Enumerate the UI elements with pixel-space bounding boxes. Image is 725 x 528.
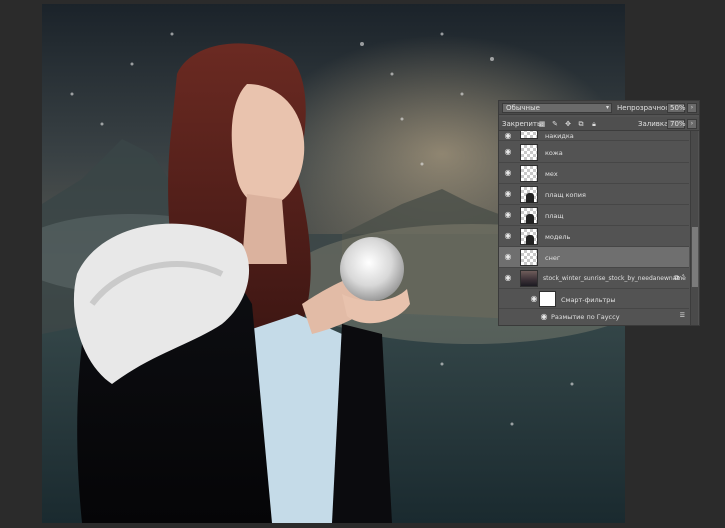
layers-scrollbar-thumb[interactable] — [692, 227, 698, 287]
eye-icon[interactable]: ◉ — [529, 295, 539, 303]
lock-all-icon[interactable]: 🔒︎ — [589, 119, 599, 129]
layer-thumbnail — [520, 207, 538, 224]
opacity-dropdown-chevron-down-icon[interactable]: › — [687, 103, 697, 113]
filter-name: Размытие по Гауссу — [551, 313, 620, 321]
layer-list: ◉ накидка ◉ кожа ◉ мех ◉ плащ копия ◉ пл… — [499, 131, 689, 325]
filter-row[interactable]: ◉ Размытие по Гауссу ☰ — [499, 310, 689, 323]
eye-icon[interactable]: ◉ — [503, 274, 513, 282]
chevron-down-icon: ▾ — [605, 104, 609, 111]
fill-input[interactable]: 70% — [667, 119, 686, 129]
layer-thumbnail — [520, 270, 538, 287]
lock-artboard-icon[interactable]: ⧉ — [576, 119, 586, 129]
fill-dropdown-chevron-down-icon[interactable]: › — [687, 119, 697, 129]
layer-name: модель — [545, 233, 571, 241]
layer-row[interactable]: ◉ stock_winter_sunrise_stock_by_needanew… — [499, 268, 689, 289]
eye-icon[interactable]: ◉ — [503, 190, 513, 198]
layer-row[interactable]: ◉ кожа — [499, 142, 689, 163]
layer-name: снег — [545, 254, 561, 262]
layer-row[interactable]: ◉ модель — [499, 226, 689, 247]
layer-thumbnail — [520, 228, 538, 245]
eye-icon[interactable]: ◉ — [539, 313, 549, 321]
opacity-input[interactable]: 50% — [667, 103, 686, 113]
smart-filter-mask-thumbnail[interactable] — [539, 291, 556, 307]
smart-object-icon[interactable]: ⧉ ˄ — [674, 274, 685, 283]
layer-name: stock_winter_sunrise_stock_by_needanewna… — [543, 275, 686, 282]
eye-icon[interactable]: ◉ — [503, 169, 513, 177]
eye-icon[interactable]: ◉ — [503, 253, 513, 261]
layer-thumbnail — [520, 165, 538, 182]
layer-row[interactable]: ◉ мех — [499, 163, 689, 184]
layer-row[interactable]: ◉ плащ — [499, 205, 689, 226]
layers-scrollbar[interactable] — [690, 131, 698, 325]
smart-filters-label: Смарт-фильтры — [561, 296, 616, 304]
layer-row[interactable]: ◉ плащ копия — [499, 184, 689, 205]
layer-name: кожа — [545, 149, 563, 157]
lock-image-pixels-icon[interactable]: ✎ — [550, 119, 560, 129]
filter-blending-options-icon[interactable]: ☰ — [680, 312, 685, 319]
layer-row[interactable]: ◉ накидка — [499, 131, 689, 141]
layer-name: мех — [545, 170, 558, 178]
lock-transparent-pixels-icon[interactable]: ▦ — [537, 119, 547, 129]
lock-position-icon[interactable]: ✥ — [563, 119, 573, 129]
layer-row-selected[interactable]: ◉ снег — [499, 247, 689, 268]
eye-icon[interactable]: ◉ — [503, 232, 513, 240]
eye-icon[interactable]: ◉ — [503, 132, 513, 140]
fill-label: Заливка: — [638, 120, 671, 128]
layer-thumbnail — [520, 249, 538, 266]
layers-panel: Обычные ▾ Непрозрачность: 50% › Закрепит… — [498, 100, 700, 326]
layer-thumbnail — [520, 131, 538, 139]
blend-mode-value: Обычные — [506, 104, 540, 112]
blend-mode-select[interactable]: Обычные ▾ — [502, 103, 612, 113]
eye-icon[interactable]: ◉ — [503, 211, 513, 219]
layer-thumbnail — [520, 186, 538, 203]
layer-thumbnail — [520, 144, 538, 161]
smart-filters-row[interactable]: ◉ Смарт-фильтры — [499, 289, 689, 309]
layer-name: накидка — [545, 132, 574, 140]
layer-name: плащ — [545, 212, 564, 220]
layers-panel-lockbar: Закрепить: ▦ ✎ ✥ ⧉ 🔒︎ Заливка: 70% › — [499, 117, 699, 131]
layers-panel-topbar: Обычные ▾ Непрозрачность: 50% › — [499, 101, 699, 115]
layer-name: плащ копия — [545, 191, 586, 199]
eye-icon[interactable]: ◉ — [503, 148, 513, 156]
